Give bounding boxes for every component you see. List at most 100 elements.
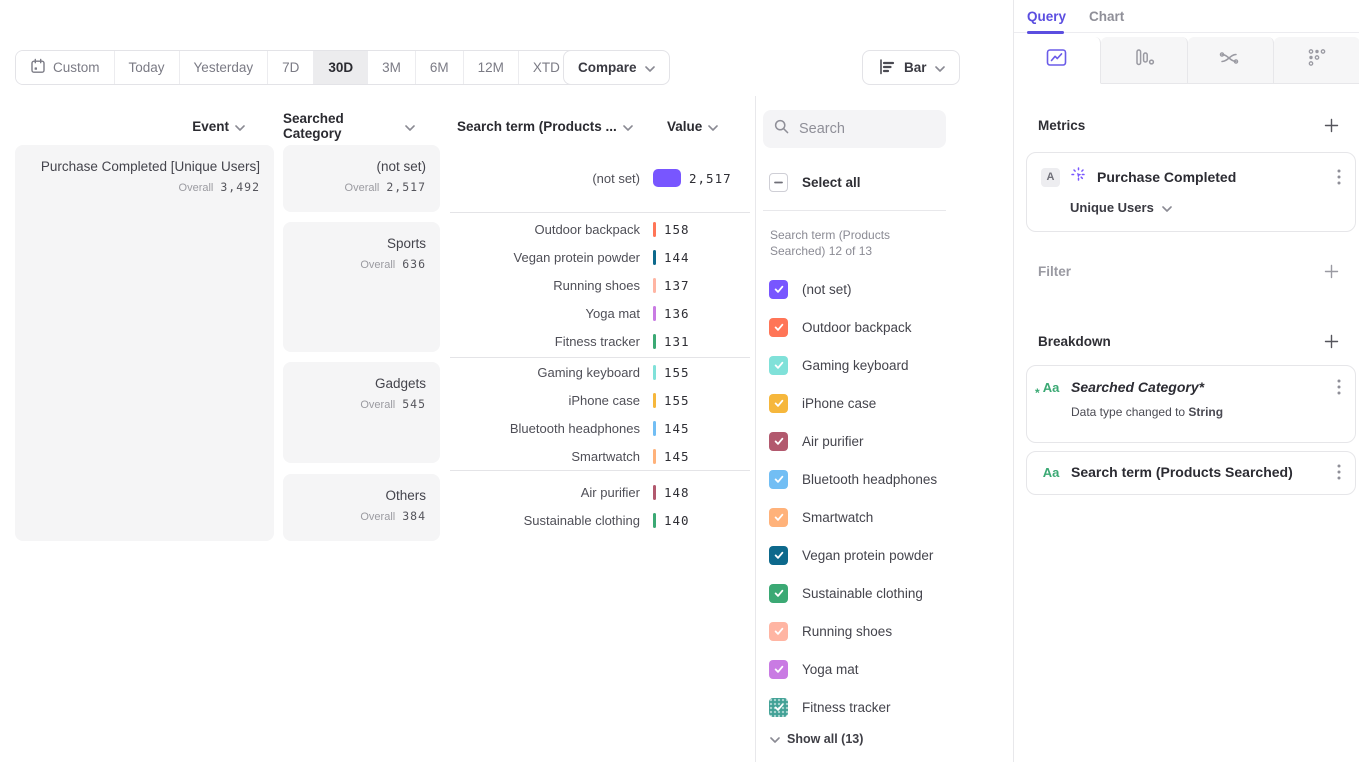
breakdown-value-sustainable-clothing[interactable]: Sustainable clothing <box>769 574 999 612</box>
category-name: Others <box>293 487 426 505</box>
value-checkbox[interactable] <box>769 508 788 527</box>
category-card[interactable]: (not set) Overall2,517 <box>283 145 440 212</box>
event-card[interactable]: Purchase Completed [Unique Users] Overal… <box>15 145 274 541</box>
tab-insights[interactable] <box>1014 37 1101 84</box>
select-all-label: Select all <box>802 175 861 190</box>
term-row[interactable]: Smartwatch 145 <box>450 442 750 470</box>
chevron-down-icon <box>770 732 780 746</box>
value-checkbox[interactable] <box>769 546 788 565</box>
value-bar <box>653 169 681 187</box>
date-range-label: 6M <box>430 60 449 75</box>
tab-flows[interactable] <box>1188 37 1275 84</box>
value-checkbox[interactable] <box>769 584 788 603</box>
kebab-menu-icon[interactable] <box>1337 464 1341 480</box>
value-checkbox[interactable] <box>769 622 788 641</box>
value-label: Gaming keyboard <box>802 358 909 373</box>
show-all-button[interactable]: Show all (13) <box>770 732 863 746</box>
breakdown-value-smartwatch[interactable]: Smartwatch <box>769 498 999 536</box>
add-filter-button[interactable] <box>1324 264 1339 279</box>
date-range-6m[interactable]: 6M <box>416 51 464 84</box>
value-bar <box>653 250 656 265</box>
term-row[interactable]: Vegan protein powder 144 <box>450 243 750 271</box>
add-breakdown-button[interactable] <box>1324 334 1339 349</box>
header-label: Value <box>667 119 702 134</box>
term-row[interactable]: Bluetooth headphones 145 <box>450 414 750 442</box>
breakdown-value-vegan-protein-powder[interactable]: Vegan protein powder <box>769 536 999 574</box>
kebab-menu-icon[interactable] <box>1337 379 1341 395</box>
tab-funnels[interactable] <box>1101 37 1188 84</box>
breakdown-value-yoga-mat[interactable]: Yoga mat <box>769 650 999 688</box>
term-row[interactable]: Outdoor backpack 158 <box>450 215 750 243</box>
select-all-checkbox[interactable] <box>769 173 788 192</box>
category-card[interactable]: Sports Overall636 <box>283 222 440 352</box>
metric-card[interactable]: A Purchase Completed Unique Users <box>1026 152 1356 232</box>
breakdown-value-outdoor-backpack[interactable]: Outdoor backpack <box>769 308 999 346</box>
column-header-value[interactable]: Value <box>667 117 718 135</box>
breakdown-value-air-purifier[interactable]: Air purifier <box>769 422 999 460</box>
breakdown-card-searched-category[interactable]: Aa* Searched Category* Data type changed… <box>1026 365 1356 443</box>
term-row[interactable]: iPhone case 155 <box>450 386 750 414</box>
date-range-30d[interactable]: 30D <box>314 51 368 84</box>
value-checkbox[interactable] <box>769 698 788 717</box>
date-range-3m[interactable]: 3M <box>368 51 416 84</box>
value-checkbox[interactable] <box>769 470 788 489</box>
term-label: Smartwatch <box>450 449 640 464</box>
term-label: Air purifier <box>450 485 640 500</box>
date-range-today[interactable]: Today <box>115 51 180 84</box>
tab-query[interactable]: Query <box>1027 9 1066 24</box>
add-metric-button[interactable] <box>1324 118 1339 133</box>
compare-button[interactable]: Compare <box>563 50 670 85</box>
tab-chart[interactable]: Chart <box>1089 9 1124 24</box>
breakdown-value-gaming-keyboard[interactable]: Gaming keyboard <box>769 346 999 384</box>
kebab-menu-icon[interactable] <box>1337 169 1341 185</box>
compare-label: Compare <box>578 60 637 75</box>
value-bar <box>653 306 656 321</box>
value-bar <box>653 449 656 464</box>
term-group: Air purifier 148Sustainable clothing 140 <box>450 470 750 541</box>
column-header-searched-category[interactable]: Searched Category <box>283 117 415 135</box>
breakdown-value-iphone-case[interactable]: iPhone case <box>769 384 999 422</box>
search-input[interactable] <box>799 121 929 137</box>
term-row[interactable]: Gaming keyboard 155 <box>450 358 750 386</box>
report-type-strip <box>1014 37 1359 84</box>
column-header-event[interactable]: Event <box>15 117 245 135</box>
term-label: Running shoes <box>450 278 640 293</box>
category-card[interactable]: Gadgets Overall545 <box>283 362 440 463</box>
breakdown-value--not-set-[interactable]: (not set) <box>769 270 999 308</box>
active-tab-underline <box>1027 31 1064 34</box>
value-text: 155 <box>664 365 690 380</box>
date-range-yesterday[interactable]: Yesterday <box>180 51 269 84</box>
measure-selector[interactable]: Unique Users <box>1070 200 1341 215</box>
value-label: Sustainable clothing <box>802 586 923 601</box>
value-checkbox[interactable] <box>769 318 788 337</box>
date-range-12m[interactable]: 12M <box>464 51 519 84</box>
chart-type-button[interactable]: Bar <box>862 50 960 85</box>
breakdown-card-search-term[interactable]: Aa Search term (Products Searched) <box>1026 451 1356 495</box>
chevron-down-icon <box>235 119 245 134</box>
breakdown-value-fitness-tracker[interactable]: Fitness tracker <box>769 688 999 726</box>
breakdown-value-bluetooth-headphones[interactable]: Bluetooth headphones <box>769 460 999 498</box>
date-range-7d[interactable]: 7D <box>268 51 314 84</box>
metric-name: Purchase Completed <box>1097 169 1327 185</box>
value-text: 136 <box>664 306 690 321</box>
term-label: Fitness tracker <box>450 334 640 349</box>
value-checkbox[interactable] <box>769 660 788 679</box>
value-checkbox[interactable] <box>769 394 788 413</box>
term-row[interactable]: Sustainable clothing 140 <box>450 506 750 534</box>
select-all-row[interactable]: Select all <box>769 173 861 192</box>
term-label: Gaming keyboard <box>450 365 640 380</box>
term-row[interactable]: Air purifier 148 <box>450 478 750 506</box>
term-row[interactable]: Running shoes 137 <box>450 271 750 299</box>
value-checkbox[interactable] <box>769 356 788 375</box>
tab-retention[interactable] <box>1274 37 1359 84</box>
value-checkbox[interactable] <box>769 432 788 451</box>
breakdown-value-running-shoes[interactable]: Running shoes <box>769 612 999 650</box>
value-checkbox[interactable] <box>769 280 788 299</box>
category-card[interactable]: Others Overall384 <box>283 474 440 541</box>
term-row[interactable]: (not set) 2,517 <box>450 164 750 192</box>
term-row[interactable]: Fitness tracker 131 <box>450 327 750 355</box>
date-range-custom[interactable]: Custom <box>16 51 115 84</box>
panel-divider <box>755 96 756 762</box>
term-row[interactable]: Yoga mat 136 <box>450 299 750 327</box>
column-header-search-term[interactable]: Search term (Products ... <box>457 117 633 135</box>
